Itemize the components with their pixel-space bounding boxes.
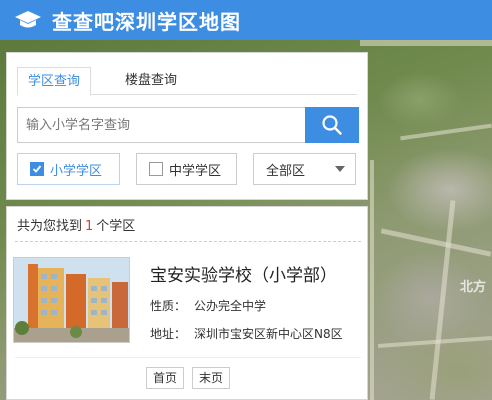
- school-photo[interactable]: [13, 257, 130, 343]
- school-name[interactable]: 宝安实验学校（小学部）: [150, 261, 337, 286]
- school-type-value: 公办完全中学: [194, 299, 267, 313]
- filter-middle-school[interactable]: 中学学区: [136, 153, 237, 185]
- results-count-prefix: 共为您找到: [17, 219, 83, 234]
- search-tabs: 学区查询 楼盘查询: [17, 67, 357, 96]
- search-icon: [322, 115, 342, 135]
- app-header: 查查吧深圳学区地图: [0, 0, 492, 40]
- checkbox-unchecked-icon[interactable]: [149, 162, 163, 176]
- school-address-value: 深圳市宝安区新中心区N8区: [194, 327, 343, 341]
- results-count-number: 1: [85, 219, 94, 234]
- school-type: 性质： 公办完全中学: [150, 297, 266, 314]
- results-panel: 共为您找到 1 个学区 宝安实验学校（小学部） 性质： 公办完全中学 地址： 深…: [6, 206, 368, 400]
- divider: [15, 241, 361, 242]
- tab-school-district[interactable]: 学区查询: [17, 67, 92, 96]
- filter-primary-label: 小学学区: [50, 163, 103, 179]
- school-type-label: 性质：: [150, 299, 187, 313]
- filter-primary-school[interactable]: 小学学区: [17, 153, 120, 185]
- page-title: 查查吧深圳学区地图: [52, 9, 241, 34]
- search-panel: 学区查询 楼盘查询 小学学区 中学学区 全部区: [6, 52, 368, 200]
- district-select[interactable]: 全部区: [253, 153, 356, 185]
- last-page-button[interactable]: 末页: [192, 367, 231, 389]
- chevron-down-icon: [335, 166, 345, 172]
- search-box: [17, 107, 359, 143]
- district-select-label: 全部区: [266, 163, 306, 179]
- school-address-label: 地址：: [150, 327, 187, 341]
- first-page-button[interactable]: 首页: [145, 367, 184, 389]
- results-count: 共为您找到 1 个学区: [17, 215, 135, 234]
- search-button[interactable]: [305, 107, 359, 143]
- map-district-label: 北方: [460, 280, 487, 295]
- tab-property[interactable]: 楼盘查询: [115, 67, 187, 96]
- school-address: 地址： 深圳市宝安区新中心区N8区: [150, 325, 343, 342]
- results-count-suffix: 个学区: [96, 219, 136, 234]
- pagination: 首页 末页: [7, 367, 369, 389]
- result-item[interactable]: 宝安实验学校（小学部） 性质： 公办完全中学 地址： 深圳市宝安区新中心区N8区: [13, 251, 363, 347]
- divider: [15, 357, 361, 358]
- checkbox-checked-icon[interactable]: [30, 162, 44, 176]
- search-input[interactable]: [17, 107, 305, 143]
- graduation-cap-icon: [15, 11, 41, 28]
- filter-middle-label: 中学学区: [169, 163, 222, 179]
